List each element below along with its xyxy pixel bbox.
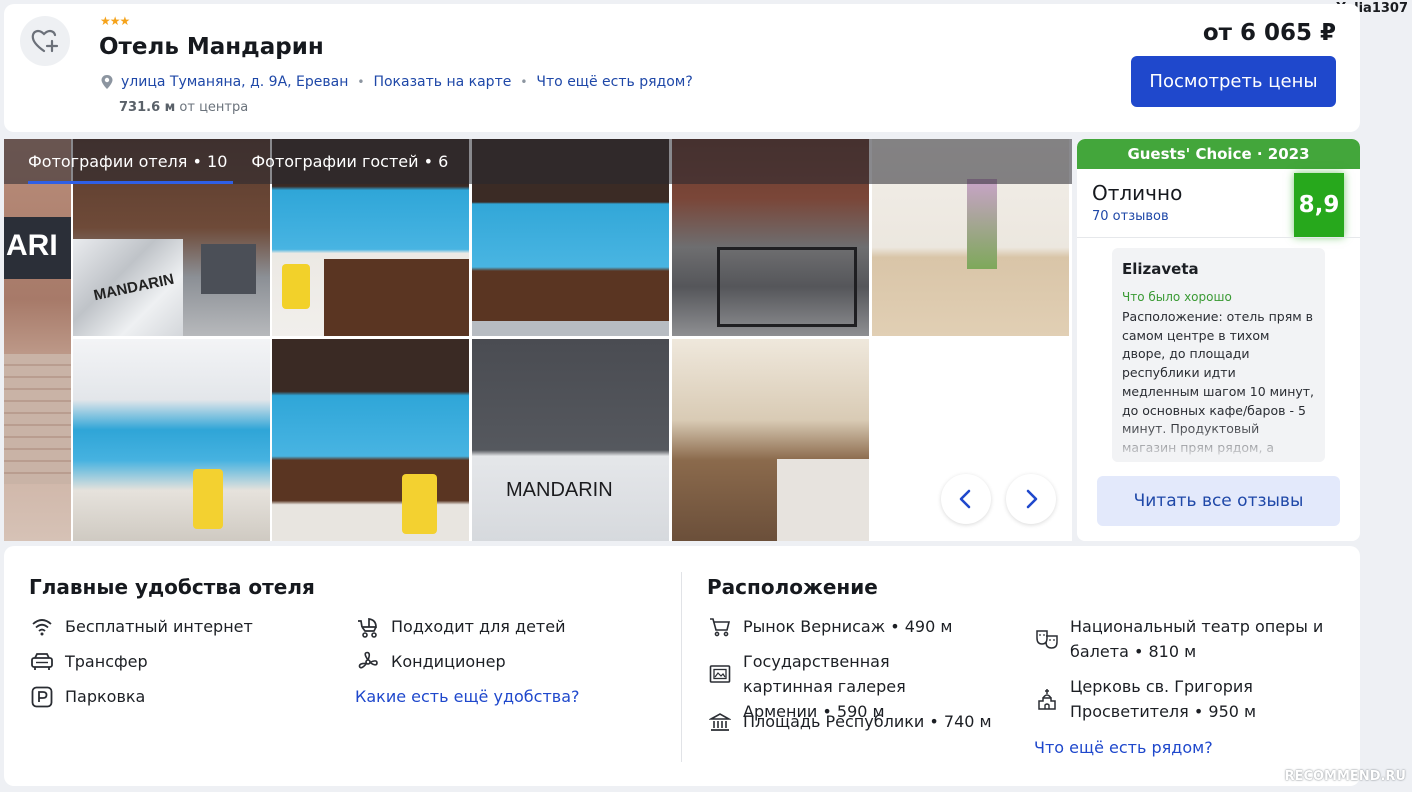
parking-icon <box>29 684 55 709</box>
photo-gallery: ARI MANDARIN MANDARIN Фотографии отеля •… <box>4 139 1072 541</box>
photo-kitchen-3[interactable] <box>272 339 469 541</box>
hotel-name: Отель Мандарин <box>99 34 324 60</box>
theatre-icon <box>1034 626 1060 651</box>
place-label: Рынок Вернисаж • 490 м <box>743 617 953 636</box>
location-pin-icon <box>101 75 113 89</box>
rating-panel: Guests' Choice · 2023 Отлично 70 отзывов… <box>1077 139 1360 541</box>
gallery-icon <box>707 661 733 686</box>
reception-sign: MANDARIN <box>506 479 613 501</box>
amenities-location-card: Главные удобства отеля Бесплатный интерн… <box>4 546 1360 786</box>
fan-icon <box>355 649 381 674</box>
amenity-label: Кондиционер <box>391 652 506 671</box>
divider <box>681 572 682 762</box>
amenity-item: Парковка <box>29 684 145 709</box>
review-fade <box>1112 422 1325 462</box>
amenity-item: Бесплатный интернет <box>29 614 253 639</box>
place-label: Площадь Республики • 740 м <box>743 712 992 731</box>
hotel-address[interactable]: улица Туманяна, д. 9А, Ереван <box>121 74 348 90</box>
distance-from-center: 731.6 м от центра <box>119 100 248 115</box>
chevron-left-icon <box>959 489 971 509</box>
wifi-icon <box>29 614 55 639</box>
gallery-next-button[interactable] <box>1006 474 1056 524</box>
location-title: Расположение <box>707 575 878 599</box>
heart-plus-icon <box>31 29 59 53</box>
photo-room[interactable] <box>672 339 869 541</box>
divider <box>1077 237 1360 238</box>
nearby-place: Площадь Республики • 740 м <box>707 709 992 734</box>
chevron-right-icon <box>1026 489 1038 509</box>
rating-score: 8,9 <box>1294 173 1344 237</box>
cart-icon <box>707 614 733 639</box>
watermark: RECOMMEND.RU <box>1284 769 1406 784</box>
amenity-label: Бесплатный интернет <box>65 617 253 636</box>
photo-reception-2[interactable]: MANDARIN <box>472 339 669 541</box>
nearby-more-link[interactable]: Что ещё есть рядом? <box>1034 738 1213 757</box>
nearby-link[interactable]: Что ещё есть рядом? <box>536 74 692 90</box>
nearby-place: Церковь св. Григория Просветителя • 950 … <box>1034 674 1324 724</box>
distance-label: от центра <box>179 100 249 115</box>
address-line: улица Туманяна, д. 9А, Ереван • Показать… <box>100 72 693 92</box>
favorite-button[interactable] <box>20 16 70 66</box>
amenity-label: Трансфер <box>65 652 148 671</box>
hotel-header: ★★★ Отель Мандарин улица Туманяна, д. 9А… <box>4 4 1360 132</box>
reviews-count-link[interactable]: 70 отзывов <box>1092 209 1169 224</box>
place-label: Церковь св. Григория Просветителя • 950 … <box>1070 677 1257 721</box>
guests-choice-badge: Guests' Choice · 2023 <box>1077 139 1360 169</box>
car-icon <box>29 649 55 674</box>
nearby-place: Национальный театр оперы и балета • 810 … <box>1034 614 1324 664</box>
stroller-icon <box>355 614 381 639</box>
tab-hotel-photos[interactable]: Фотографии отеля • 10 <box>28 139 234 184</box>
show-on-map-link[interactable]: Показать на карте <box>373 74 511 90</box>
gallery-tabs: Фотографии отеля • 10 Фотографии гостей … <box>4 139 1072 184</box>
landmark-icon <box>707 709 733 734</box>
amenity-item: Кондиционер <box>355 649 506 674</box>
view-prices-button[interactable]: Посмотреть цены <box>1131 56 1336 107</box>
star-rating: ★★★ <box>100 14 130 28</box>
photo-dining[interactable] <box>73 339 270 541</box>
photo-facade[interactable]: ARI <box>4 139 71 541</box>
distance-value: 731.6 м <box>119 100 176 115</box>
tab-guest-photos[interactable]: Фотографии гостей • 6 <box>251 139 448 184</box>
more-amenities-link[interactable]: Какие есть ещё удобства? <box>355 687 580 706</box>
review-card[interactable]: Elizaveta Что было хорошо Расположение: … <box>1112 248 1325 462</box>
amenity-label: Подходит для детей <box>391 617 566 636</box>
facade-sign: ARI <box>6 229 58 262</box>
review-author: Elizaveta <box>1122 260 1199 278</box>
read-all-reviews-button[interactable]: Читать все отзывы <box>1097 476 1340 526</box>
rating-grade: Отлично <box>1092 181 1183 205</box>
amenity-label: Парковка <box>65 687 146 706</box>
place-label: Национальный театр оперы и балета • 810 … <box>1070 617 1324 661</box>
separator-dot: • <box>520 75 528 89</box>
amenity-item: Трансфер <box>29 649 148 674</box>
nearby-place: Рынок Вернисаж • 490 м <box>707 614 952 639</box>
separator-dot: • <box>357 75 365 89</box>
amenity-item: Подходит для детей <box>355 614 565 639</box>
gallery-prev-button[interactable] <box>941 474 991 524</box>
amenities-title: Главные удобства отеля <box>29 575 315 599</box>
church-icon <box>1034 686 1060 711</box>
price: от 6 065 ₽ <box>1202 20 1336 46</box>
review-heading: Что было хорошо <box>1122 290 1232 304</box>
